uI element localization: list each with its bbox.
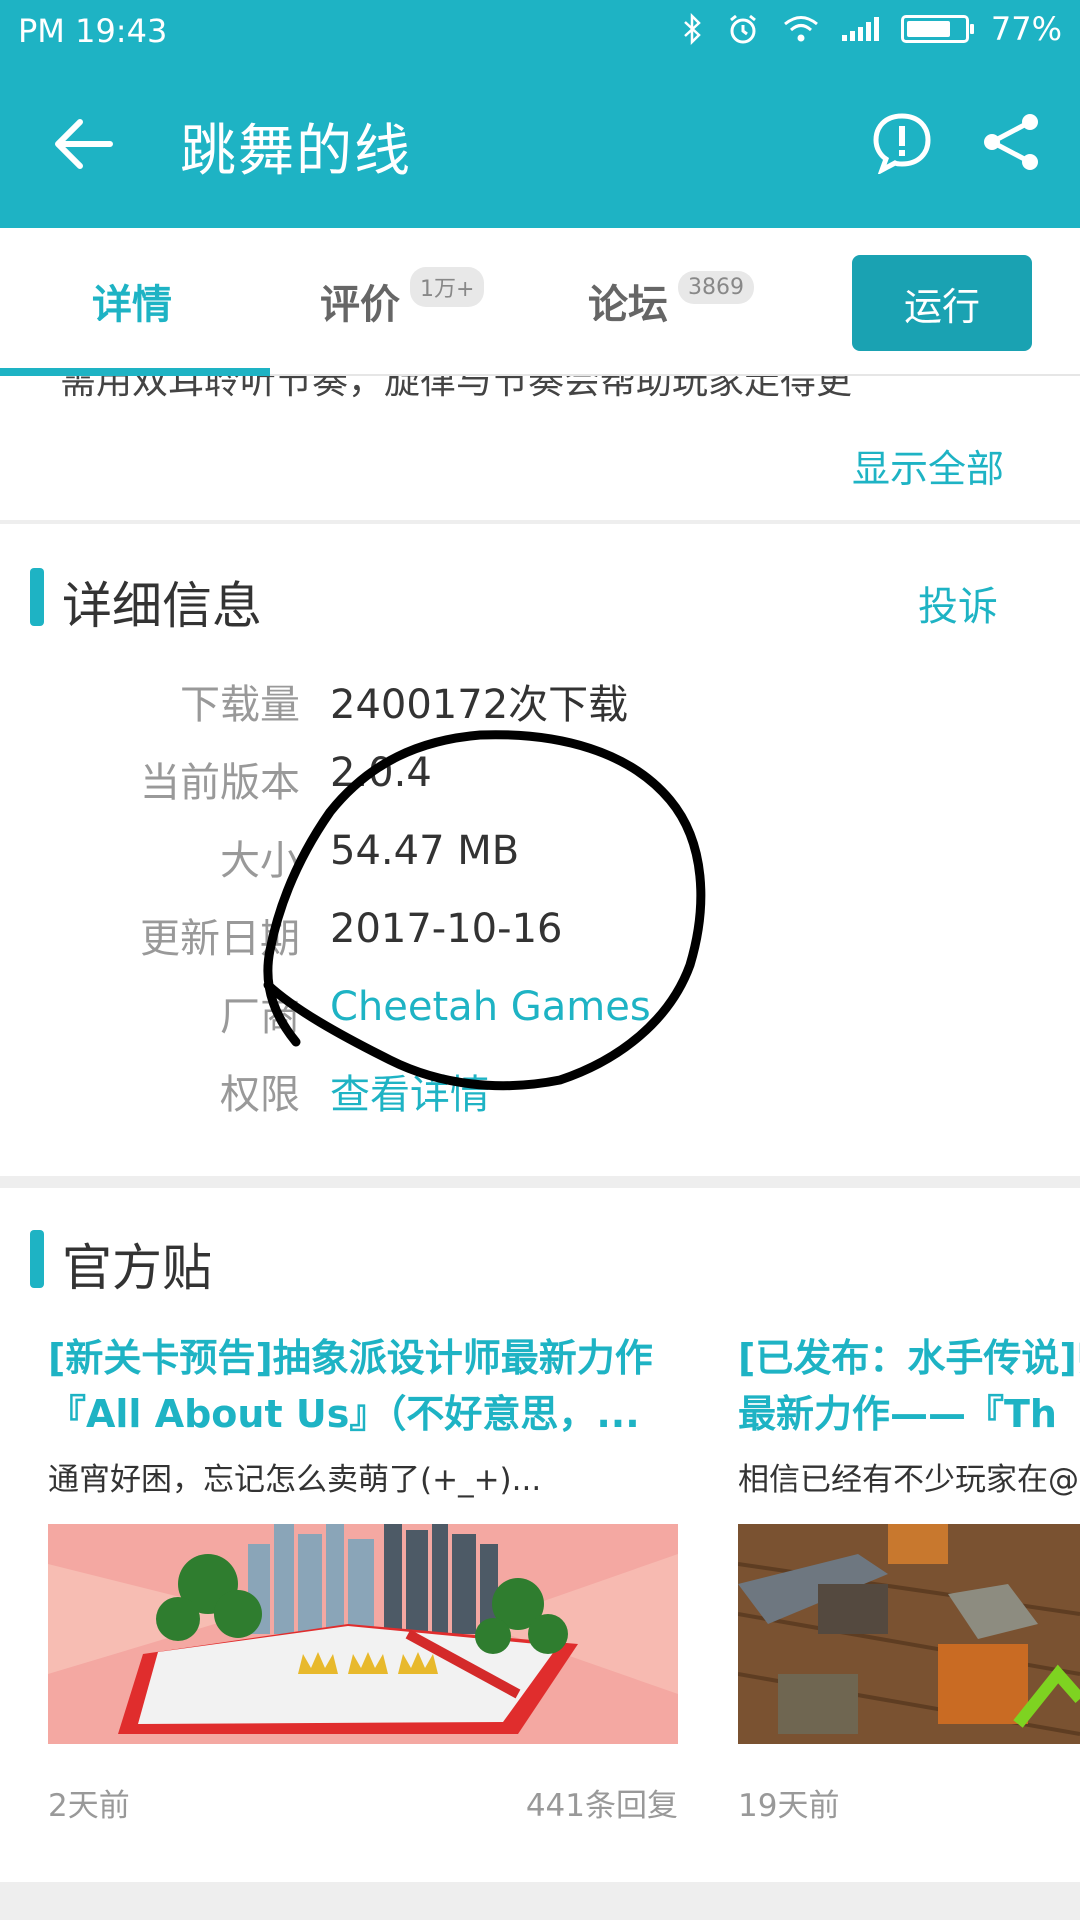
info-label: 大小 [220,838,300,884]
share-icon[interactable] [980,110,1044,174]
post-title[interactable]: [新关卡预告]抽象派设计师最新力作『All About Us』（不好意思，... [48,1330,678,1442]
post-replies: 441条回复 [525,1788,678,1824]
battery-percent: 77% [990,10,1062,48]
alarm-icon [729,14,756,44]
tab-count-badge: 3869 [678,270,754,304]
status-bar: PM 19:43 77% [0,0,1080,60]
post-time: 19天前 [738,1788,840,1824]
run-button[interactable]: 运行 [852,255,1032,351]
section-marker [30,568,44,626]
divider [0,520,1080,524]
permissions-link[interactable]: 查看详情 [330,1062,490,1120]
info-row-developer: 厂商 Cheetah Games [0,984,1080,1054]
post-meta: 2天前 441条回复 [48,1780,678,1824]
post-image[interactable] [738,1524,1080,1744]
page-title: 跳舞的线 [180,119,412,184]
post-card[interactable]: [已发布：水手传说]师最新力作——『Th 相信已经有不少玩家在@ 19天前 [738,1330,1080,1824]
post-summary: 通宵好困，忘记怎么卖萌了(+_+)... [48,1462,542,1498]
battery-icon [900,15,974,43]
divider [0,1882,1080,1920]
tab-forum[interactable]: 论坛 3869 [588,228,754,374]
bluetooth-icon [684,13,701,45]
official-title: 官方贴 [62,1239,212,1297]
status-time: PM 19:43 [18,12,168,50]
info-row-downloads: 下载量 2400172次下载 [0,672,1080,742]
post-image[interactable] [48,1524,678,1744]
info-row-version: 当前版本 2.0.4 [0,750,1080,820]
complain-link[interactable]: 投诉 [918,574,998,632]
info-label: 当前版本 [140,760,300,806]
post-card[interactable]: [新关卡预告]抽象派设计师最新力作『All About Us』（不好意思，...… [48,1330,678,1824]
info-label: 下载量 [180,682,300,728]
app-bar: 跳舞的线 [0,60,1080,228]
info-value: 54.47 MB [330,828,520,874]
battery-fill [906,21,950,37]
signal-icon [841,17,879,41]
report-icon[interactable] [870,110,934,174]
tab-bar: 详情 评价 1万+ 论坛 3869 运行 [0,228,1080,376]
tab-reviews[interactable]: 评价 1万+ [320,228,485,374]
info-value: 2017-10-16 [330,906,563,952]
post-summary: 相信已经有不少玩家在@ [738,1462,1079,1498]
info-value: 2400172次下载 [330,682,629,728]
status-icons: 77% [682,10,1062,48]
info-value: 2.0.4 [330,750,432,796]
info-row-size: 大小 54.47 MB [0,828,1080,898]
post-time: 2天前 [48,1788,130,1824]
tab-label: 论坛 [588,282,668,328]
tab-active-indicator [0,368,270,376]
back-arrow-icon[interactable] [46,106,122,182]
section-marker [30,1230,44,1288]
info-row-update-date: 更新日期 2017-10-16 [0,906,1080,976]
show-all-link[interactable]: 显示全部 [852,438,1004,493]
details-title: 详细信息 [62,577,262,635]
divider [0,1176,1080,1188]
post-meta: 19天前 [738,1780,1080,1824]
post-title[interactable]: [已发布：水手传说]师最新力作——『Th [738,1330,1080,1442]
info-label: 更新日期 [140,916,300,962]
info-label: 厂商 [220,994,300,1040]
developer-link[interactable]: Cheetah Games [330,984,651,1030]
tab-label: 评价 [320,282,400,328]
wifi-icon [783,16,818,42]
info-row-permissions: 权限 查看详情 [0,1062,1080,1132]
tab-label: 详情 [92,282,172,328]
tab-count-badge: 1万+ [410,267,485,307]
tab-details[interactable]: 详情 [92,228,172,374]
info-label: 权限 [220,1072,300,1118]
